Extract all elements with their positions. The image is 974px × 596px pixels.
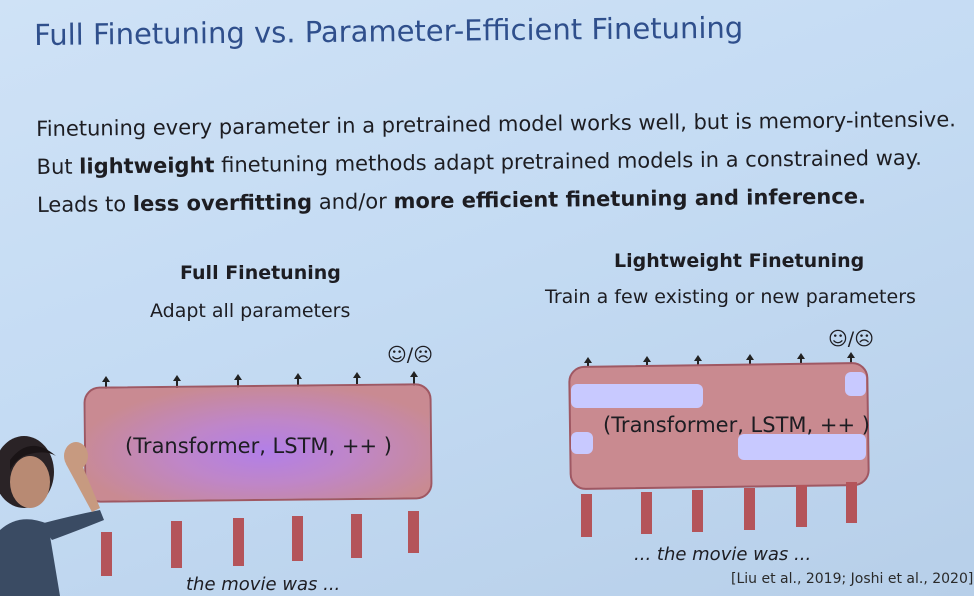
- input-token-bar: [581, 494, 592, 537]
- input-token-bar: [233, 518, 244, 566]
- happy-sad-face-icon: ☺/☹: [828, 328, 875, 350]
- full-model-label: (Transformer, LSTM, ++ ): [125, 434, 392, 458]
- bullet-list: Finetuning every parameter in a pretrain…: [36, 100, 957, 224]
- full-finetuning-heading: Full Finetuning: [180, 262, 341, 284]
- full-finetuning-subtitle: Adapt all parameters: [150, 300, 351, 322]
- adapter-parameter-block: [571, 432, 593, 454]
- input-token-bar: [351, 514, 362, 558]
- light-input-caption: ... the movie was ...: [634, 544, 812, 565]
- adapter-parameter-block: [845, 372, 866, 396]
- presenter-photo: [0, 436, 104, 596]
- full-input-caption: the movie was ...: [186, 574, 341, 595]
- citation: [Liu et al., 2019; Joshi et al., 2020]: [731, 571, 974, 587]
- input-token-bar: [692, 490, 703, 532]
- input-token-bar: [171, 521, 182, 568]
- slide-title: Full Finetuning vs. Parameter-Efficient …: [34, 10, 744, 52]
- lightweight-finetuning-subtitle: Train a few existing or new parameters: [545, 286, 916, 308]
- input-token-bar: [641, 492, 652, 534]
- input-token-bar: [408, 511, 419, 553]
- input-token-bar: [846, 482, 857, 523]
- light-model-label: (Transformer, LSTM, ++ ): [603, 413, 870, 437]
- happy-sad-face-icon: ☺/☹: [387, 344, 434, 366]
- input-token-bar: [796, 485, 807, 527]
- lightweight-finetuning-heading: Lightweight Finetuning: [614, 250, 865, 272]
- input-token-bar: [292, 516, 303, 561]
- adapter-parameter-block: [738, 434, 866, 460]
- adapter-parameter-block: [571, 384, 703, 408]
- input-token-bar: [744, 488, 755, 530]
